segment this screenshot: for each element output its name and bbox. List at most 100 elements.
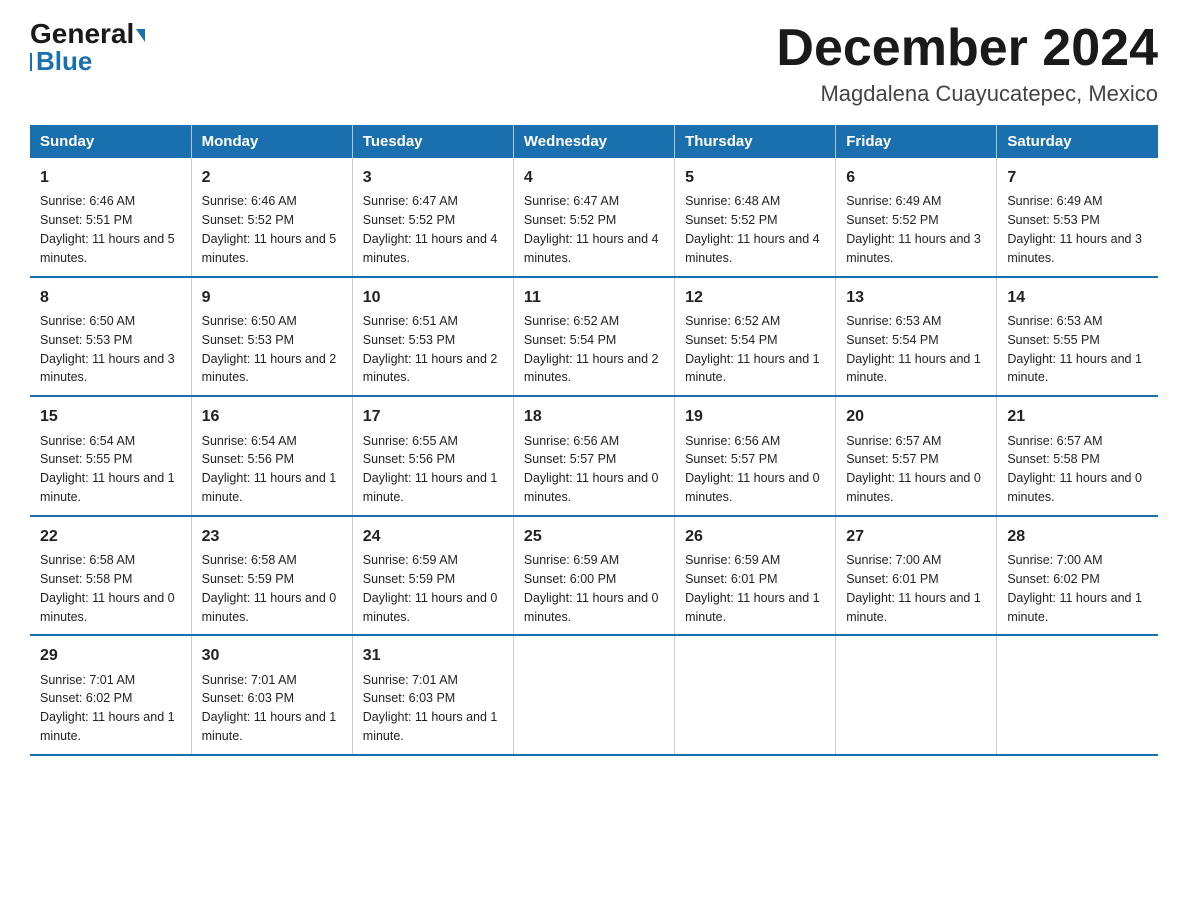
day-number: 20 xyxy=(846,405,986,428)
calendar-cell: 10Sunrise: 6:51 AMSunset: 5:53 PMDayligh… xyxy=(352,277,513,397)
calendar-cell: 24Sunrise: 6:59 AMSunset: 5:59 PMDayligh… xyxy=(352,516,513,636)
day-info: Sunrise: 6:50 AMSunset: 5:53 PMDaylight:… xyxy=(202,314,337,385)
day-number: 10 xyxy=(363,286,503,309)
logo: General Blue xyxy=(30,20,146,77)
day-number: 21 xyxy=(1007,405,1148,428)
calendar-cell: 23 Sunrise: 6:58 AMSunset: 5:59 PMDayligh… xyxy=(191,516,352,636)
day-number: 3 xyxy=(363,166,503,189)
calendar-week-row: 29 Sunrise: 7:01 AMSunset: 6:02 PMDayligh… xyxy=(30,635,1158,755)
logo-blue-text: Blue xyxy=(36,46,92,77)
day-info: Sunrise: 6:58 AMSunset: 5:58 PMDaylight:… xyxy=(40,553,175,624)
day-number: 6 xyxy=(846,166,986,189)
day-info: Sunrise: 7:01 AMSunset: 6:02 PMDaylight:… xyxy=(40,673,175,744)
day-number: 12 xyxy=(685,286,825,309)
calendar-cell: 13 Sunrise: 6:53 AMSunset: 5:54 PMDayligh… xyxy=(836,277,997,397)
page-header: General Blue December 2024 Magdalena Cua… xyxy=(30,20,1158,107)
day-info: Sunrise: 6:47 AMSunset: 5:52 PMDaylight:… xyxy=(524,194,659,265)
day-info: Sunrise: 6:54 AMSunset: 5:56 PMDaylight:… xyxy=(202,434,337,505)
day-info: Sunrise: 6:57 AMSunset: 5:57 PMDaylight:… xyxy=(846,434,981,505)
day-number: 28 xyxy=(1007,525,1148,548)
calendar-cell: 25 Sunrise: 6:59 AMSunset: 6:00 PMDayligh… xyxy=(513,516,674,636)
day-info: Sunrise: 6:47 AMSunset: 5:52 PMDaylight:… xyxy=(363,194,498,265)
day-number: 22 xyxy=(40,525,181,548)
day-info: Sunrise: 6:46 AMSunset: 5:52 PMDaylight:… xyxy=(202,194,337,265)
day-number: 7 xyxy=(1007,166,1148,189)
day-info: Sunrise: 6:46 AMSunset: 5:51 PMDaylight:… xyxy=(40,194,175,265)
day-info: Sunrise: 6:56 AMSunset: 5:57 PMDaylight:… xyxy=(685,434,820,505)
logo-text: General xyxy=(30,20,146,48)
day-number: 8 xyxy=(40,286,181,309)
day-info: Sunrise: 6:49 AMSunset: 5:52 PMDaylight:… xyxy=(846,194,981,265)
day-info: Sunrise: 6:59 AMSunset: 6:01 PMDaylight:… xyxy=(685,553,820,624)
weekday-header: Tuesday xyxy=(352,125,513,158)
day-info: Sunrise: 7:00 AMSunset: 6:01 PMDaylight:… xyxy=(846,553,981,624)
calendar-cell: 8Sunrise: 6:50 AMSunset: 5:53 PMDaylight… xyxy=(30,277,191,397)
day-number: 25 xyxy=(524,525,664,548)
calendar-cell xyxy=(997,635,1158,755)
day-number: 26 xyxy=(685,525,825,548)
day-info: Sunrise: 6:53 AMSunset: 5:55 PMDaylight:… xyxy=(1007,314,1142,385)
day-number: 29 xyxy=(40,644,181,667)
day-info: Sunrise: 6:49 AMSunset: 5:53 PMDaylight:… xyxy=(1007,194,1142,265)
day-number: 9 xyxy=(202,286,342,309)
day-number: 1 xyxy=(40,166,181,189)
day-info: Sunrise: 6:59 AMSunset: 6:00 PMDaylight:… xyxy=(524,553,659,624)
weekday-header: Friday xyxy=(836,125,997,158)
calendar-cell: 12Sunrise: 6:52 AMSunset: 5:54 PMDayligh… xyxy=(675,277,836,397)
calendar-cell xyxy=(675,635,836,755)
day-info: Sunrise: 6:48 AMSunset: 5:52 PMDaylight:… xyxy=(685,194,820,265)
day-info: Sunrise: 6:54 AMSunset: 5:55 PMDaylight:… xyxy=(40,434,175,505)
calendar-cell: 14 Sunrise: 6:53 AMSunset: 5:55 PMDayligh… xyxy=(997,277,1158,397)
calendar-cell: 21 Sunrise: 6:57 AMSunset: 5:58 PMDayligh… xyxy=(997,396,1158,516)
calendar-cell: 2Sunrise: 6:46 AMSunset: 5:52 PMDaylight… xyxy=(191,158,352,277)
calendar-cell: 27 Sunrise: 7:00 AMSunset: 6:01 PMDayligh… xyxy=(836,516,997,636)
day-number: 14 xyxy=(1007,286,1148,309)
subtitle: Magdalena Cuayucatepec, Mexico xyxy=(776,81,1158,107)
calendar-cell: 29 Sunrise: 7:01 AMSunset: 6:02 PMDayligh… xyxy=(30,635,191,755)
day-info: Sunrise: 6:56 AMSunset: 5:57 PMDaylight:… xyxy=(524,434,659,505)
calendar-week-row: 8 Sunrise: 6:50 AMSunset: 5:53 PMDaylight… xyxy=(30,277,1158,397)
day-number: 18 xyxy=(524,405,664,428)
day-number: 5 xyxy=(685,166,825,189)
title-area: December 2024 Magdalena Cuayucatepec, Me… xyxy=(776,20,1158,107)
calendar-cell: 11Sunrise: 6:52 AMSunset: 5:54 PMDayligh… xyxy=(513,277,674,397)
calendar-cell: 22 Sunrise: 6:58 AMSunset: 5:58 PMDayligh… xyxy=(30,516,191,636)
calendar-cell: 9 Sunrise: 6:50 AMSunset: 5:53 PMDaylight… xyxy=(191,277,352,397)
calendar-cell: 5 Sunrise: 6:48 AMSunset: 5:52 PMDaylight… xyxy=(675,158,836,277)
day-number: 27 xyxy=(846,525,986,548)
day-info: Sunrise: 6:58 AMSunset: 5:59 PMDaylight:… xyxy=(202,553,337,624)
calendar-cell xyxy=(513,635,674,755)
weekday-header: Thursday xyxy=(675,125,836,158)
day-number: 17 xyxy=(363,405,503,428)
calendar-cell: 28 Sunrise: 7:00 AMSunset: 6:02 PMDayligh… xyxy=(997,516,1158,636)
day-info: Sunrise: 7:00 AMSunset: 6:02 PMDaylight:… xyxy=(1007,553,1142,624)
day-number: 13 xyxy=(846,286,986,309)
day-number: 16 xyxy=(202,405,342,428)
calendar-cell: 6 Sunrise: 6:49 AMSunset: 5:52 PMDaylight… xyxy=(836,158,997,277)
weekday-header: Monday xyxy=(191,125,352,158)
calendar-cell: 1 Sunrise: 6:46 AMSunset: 5:51 PMDaylight… xyxy=(30,158,191,277)
day-info: Sunrise: 6:53 AMSunset: 5:54 PMDaylight:… xyxy=(846,314,981,385)
calendar-cell: 4Sunrise: 6:47 AMSunset: 5:52 PMDaylight… xyxy=(513,158,674,277)
day-number: 11 xyxy=(524,286,664,309)
calendar-cell: 7 Sunrise: 6:49 AMSunset: 5:53 PMDaylight… xyxy=(997,158,1158,277)
calendar-cell: 16 Sunrise: 6:54 AMSunset: 5:56 PMDayligh… xyxy=(191,396,352,516)
day-number: 15 xyxy=(40,405,181,428)
weekday-header: Saturday xyxy=(997,125,1158,158)
day-number: 31 xyxy=(363,644,503,667)
main-title: December 2024 xyxy=(776,20,1158,77)
day-number: 23 xyxy=(202,525,342,548)
day-info: Sunrise: 6:59 AMSunset: 5:59 PMDaylight:… xyxy=(363,553,498,624)
calendar-cell: 15 Sunrise: 6:54 AMSunset: 5:55 PMDayligh… xyxy=(30,396,191,516)
calendar-cell xyxy=(836,635,997,755)
weekday-header: Sunday xyxy=(30,125,191,158)
day-info: Sunrise: 6:57 AMSunset: 5:58 PMDaylight:… xyxy=(1007,434,1142,505)
calendar-cell: 26 Sunrise: 6:59 AMSunset: 6:01 PMDayligh… xyxy=(675,516,836,636)
calendar-week-row: 1 Sunrise: 6:46 AMSunset: 5:51 PMDaylight… xyxy=(30,158,1158,277)
calendar-cell: 3 Sunrise: 6:47 AMSunset: 5:52 PMDaylight… xyxy=(352,158,513,277)
calendar-cell: 31Sunrise: 7:01 AMSunset: 6:03 PMDayligh… xyxy=(352,635,513,755)
calendar-cell: 17Sunrise: 6:55 AMSunset: 5:56 PMDayligh… xyxy=(352,396,513,516)
weekday-header: Wednesday xyxy=(513,125,674,158)
calendar-cell: 20 Sunrise: 6:57 AMSunset: 5:57 PMDayligh… xyxy=(836,396,997,516)
logo-divider xyxy=(30,53,32,71)
